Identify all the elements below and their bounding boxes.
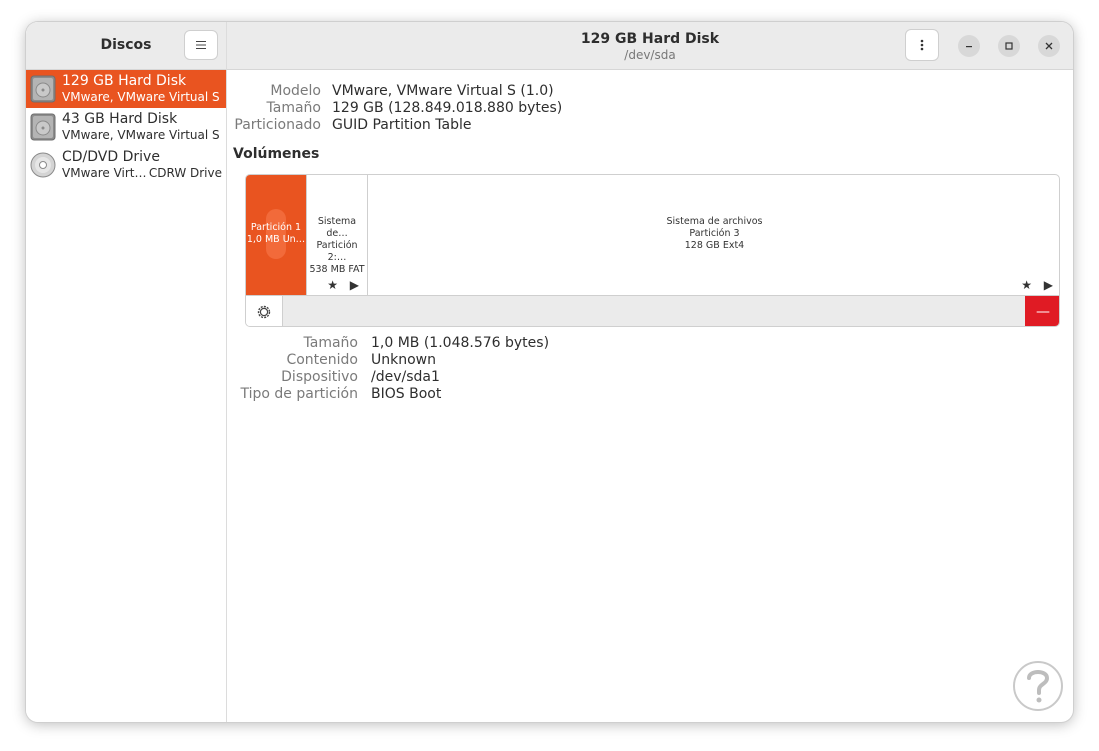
prop-value: GUID Partition Table xyxy=(332,117,472,133)
prop-label: Contenido xyxy=(286,352,358,368)
mount-status-icons: ★ ▶ xyxy=(327,278,363,292)
disk-title: CD/DVD Drive xyxy=(62,149,160,165)
disk-subtitle: VMware Virt… xyxy=(62,166,147,180)
close-icon xyxy=(1045,42,1053,50)
partition-2[interactable]: Sistema de… Partición 2:… 538 MB FAT ★ ▶ xyxy=(306,175,368,295)
partition-line: Partición 2:… xyxy=(316,240,358,263)
disk-item-129gb[interactable]: 129 GB Hard Disk VMware, VMware Virtual … xyxy=(26,70,226,108)
mount-status-icons: ★ ▶ xyxy=(1021,278,1057,292)
partition-line: Partición 1 xyxy=(250,222,302,233)
partition-1[interactable]: Partición 1 1,0 MB Un… xyxy=(246,175,306,295)
prop-value: VMware, VMware Virtual S (1.0) xyxy=(332,83,554,99)
partition-3[interactable]: Sistema de archivos Partición 3 128 GB E… xyxy=(368,175,1059,295)
disk-details: Modelo VMware, VMware Virtual S (1.0) Ta… xyxy=(227,70,1073,722)
partition-line: 1,0 MB Un… xyxy=(246,234,306,245)
delete-partition-button[interactable]: — xyxy=(1025,296,1059,326)
prop-value: /dev/sda1 xyxy=(371,369,440,385)
partition-line: Sistema de… xyxy=(317,216,357,239)
drive-options-button[interactable] xyxy=(905,29,939,61)
partition-line: 538 MB FAT xyxy=(309,264,365,275)
prop-label: Tipo de partición xyxy=(240,386,359,402)
disk-subtitle: VMware, VMware Virtual S xyxy=(62,90,220,104)
partition-options-button[interactable] xyxy=(246,296,283,326)
prop-value: BIOS Boot xyxy=(371,386,442,402)
disk-item-cd-dvd[interactable]: CD/DVD Drive VMware Virt… CDRW Drive xyxy=(26,146,226,184)
disk-subtitle: VMware, VMware Virtual S xyxy=(62,128,220,142)
prop-label: Dispositivo xyxy=(281,369,358,385)
prop-value: 129 GB (128.849.018.880 bytes) xyxy=(332,100,563,116)
disk-title: 129 GB Hard Disk xyxy=(62,73,187,89)
optical-disc-icon xyxy=(30,152,56,178)
volume-toolbar: — xyxy=(246,295,1059,326)
disk-type: CDRW Drive xyxy=(148,166,222,180)
prop-value: 1,0 MB (1.048.576 bytes) xyxy=(371,335,550,351)
close-button[interactable] xyxy=(1038,35,1060,57)
volume-map: Partición 1 1,0 MB Un… Sistema de… Parti… xyxy=(245,174,1060,327)
partition-line: 128 GB Ext4 xyxy=(684,240,745,251)
partition-line: Partición 3 xyxy=(689,228,740,239)
gear-icon xyxy=(257,305,271,319)
volumes-title: Volúmenes xyxy=(233,146,320,162)
header-bar: 129 GB Hard Disk /dev/sda xyxy=(227,22,1073,70)
site-logo xyxy=(1013,661,1063,711)
minimize-icon xyxy=(966,46,972,48)
header-subtitle: /dev/sda xyxy=(624,48,676,62)
hard-disk-icon xyxy=(30,113,56,141)
prop-label: Tamaño xyxy=(266,100,321,116)
maximize-button[interactable] xyxy=(998,35,1020,57)
disk-title: 43 GB Hard Disk xyxy=(62,111,178,127)
maximize-icon xyxy=(1005,42,1013,50)
prop-label: Particionado xyxy=(234,117,321,133)
partition-line: Sistema de archivos xyxy=(666,216,763,227)
prop-value: Unknown xyxy=(371,352,436,368)
minimize-button[interactable] xyxy=(958,35,980,57)
hard-disk-icon xyxy=(30,75,56,103)
disk-item-43gb[interactable]: 43 GB Hard Disk VMware, VMware Virtual S xyxy=(26,108,226,146)
hamburger-icon xyxy=(196,41,206,49)
disks-window: Discos 129 GB Hard Disk VMware, VMware V… xyxy=(26,22,1073,722)
prop-label: Modelo xyxy=(270,83,321,99)
sidebar-header: Discos xyxy=(26,22,226,70)
main-menu-button[interactable] xyxy=(184,30,218,60)
prop-label: Tamaño xyxy=(303,335,358,351)
sidebar: Discos 129 GB Hard Disk VMware, VMware V… xyxy=(26,22,227,722)
header-title: 129 GB Hard Disk xyxy=(580,31,720,47)
vertical-dots-icon xyxy=(920,39,924,51)
